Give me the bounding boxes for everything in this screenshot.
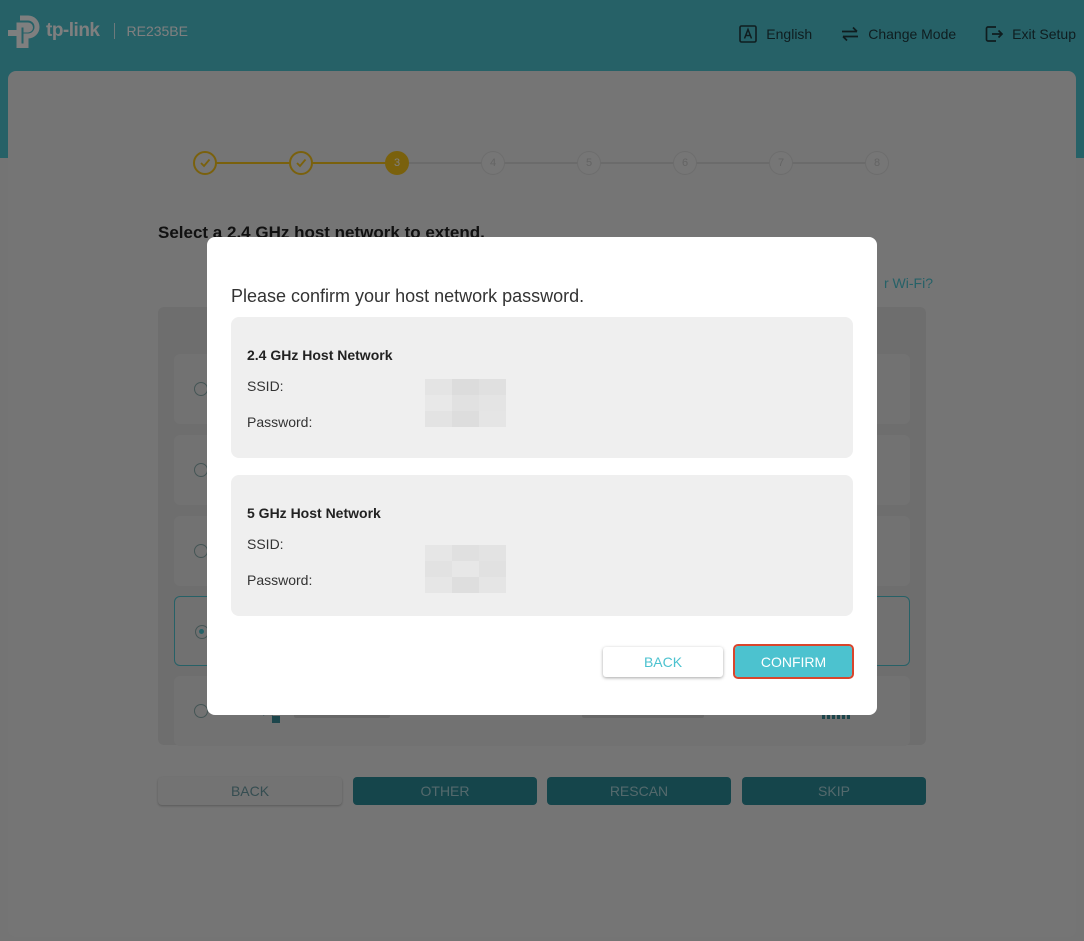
- dialog-back-button[interactable]: BACK: [603, 647, 723, 677]
- ssid-label: SSID:: [247, 378, 284, 394]
- network-heading: 5 GHz Host Network: [247, 505, 381, 521]
- ssid-label: SSID:: [247, 536, 284, 552]
- confirm-button[interactable]: CONFIRM: [733, 644, 854, 679]
- redacted-credentials: [425, 379, 506, 427]
- host-network-24ghz: 2.4 GHz Host Network SSID: Password:: [231, 317, 853, 458]
- password-label: Password:: [247, 572, 313, 588]
- network-heading: 2.4 GHz Host Network: [247, 347, 393, 363]
- dialog-title: Please confirm your host network passwor…: [231, 286, 585, 306]
- password-label: Password:: [247, 414, 313, 430]
- host-network-5ghz: 5 GHz Host Network SSID: Password:: [231, 475, 853, 616]
- redacted-credentials: [425, 545, 506, 593]
- confirm-password-dialog: Please confirm your host network passwor…: [207, 237, 877, 715]
